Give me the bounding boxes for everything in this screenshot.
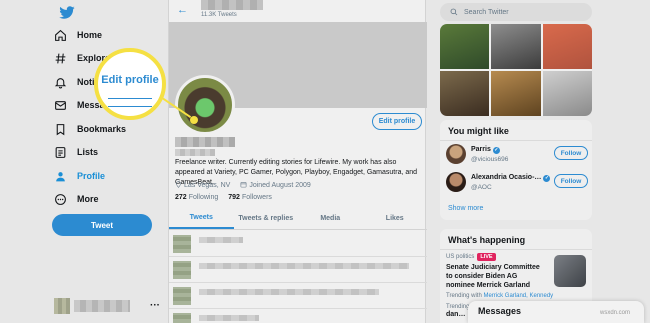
- media-thumb[interactable]: [542, 71, 592, 116]
- tweet-button[interactable]: Tweet: [52, 214, 152, 236]
- more-dots-icon: ···: [150, 300, 160, 311]
- media-thumb[interactable]: [542, 24, 592, 69]
- media-thumb[interactable]: [491, 71, 541, 116]
- trending-prefix: Trending with: [446, 293, 482, 299]
- following-count: 272: [175, 194, 187, 201]
- verified-badge-icon: ✓: [543, 175, 551, 182]
- avatar: [446, 144, 466, 164]
- suggestion-name: Alexandria Ocasio-…: [471, 174, 542, 181]
- suggestion-handle: @AOC: [471, 184, 492, 191]
- search-placeholder: Search Twitter: [464, 8, 509, 16]
- who-to-follow-card: You might like Parris ✓ @vicious696 Follo…: [440, 120, 592, 220]
- search-icon: [450, 8, 458, 16]
- calendar-icon: [240, 182, 247, 188]
- bell-icon: [54, 77, 67, 88]
- verified-badge-icon: ✓: [492, 147, 500, 154]
- home-icon: [55, 29, 66, 41]
- location-text: Las Vegas, NV: [184, 182, 231, 189]
- list-item[interactable]: [169, 283, 427, 309]
- tweet-feed-blurred: [169, 231, 427, 323]
- whats-happening-title: What's happening: [440, 229, 592, 250]
- nav-item-profile[interactable]: Profile: [54, 166, 105, 186]
- search-input[interactable]: Search Twitter: [440, 3, 592, 21]
- location-pin-icon: [176, 181, 181, 188]
- avatar: [446, 172, 466, 192]
- account-switcher[interactable]: ···: [54, 298, 160, 316]
- left-navigation: Home Explore Notifications Messages Book…: [52, 0, 162, 323]
- show-more-link[interactable]: Show more: [448, 205, 483, 212]
- media-thumb[interactable]: [440, 24, 490, 69]
- callout-dot: [190, 116, 198, 124]
- account-avatar: [54, 298, 70, 314]
- location: Las Vegas, NV: [175, 181, 230, 189]
- bookmark-icon: [56, 123, 65, 135]
- follow-button[interactable]: Follow: [554, 146, 588, 160]
- nav-item-label: Lists: [77, 147, 99, 157]
- profile-meta: Las Vegas, NV Joined August 2009: [175, 181, 311, 189]
- profile-tabs: Tweets Tweets & replies Media Likes: [169, 208, 427, 230]
- media-thumb[interactable]: [440, 71, 490, 116]
- followers-label: Followers: [241, 194, 272, 201]
- nav-item-label: More: [77, 194, 99, 204]
- suggestion-name: Parris: [471, 146, 491, 153]
- list-item[interactable]: [169, 257, 427, 283]
- trend-image[interactable]: [554, 255, 586, 287]
- follow-button[interactable]: Follow: [554, 174, 588, 188]
- who-to-follow-title: You might like: [440, 120, 592, 141]
- follow-suggestion[interactable]: Parris ✓ @vicious696 Follow: [446, 144, 588, 168]
- live-badge: LIVE: [477, 253, 496, 261]
- envelope-icon: [55, 100, 66, 110]
- nav-item-lists[interactable]: Lists: [54, 142, 98, 162]
- trend-category: US politics LIVE: [446, 253, 496, 261]
- right-sidebar: Search Twitter You might like Parris ✓ @v…: [440, 0, 592, 323]
- followers-count: 792: [228, 194, 240, 201]
- following-label: Following: [188, 194, 219, 201]
- nav-item-more[interactable]: More: [54, 189, 99, 209]
- more-icon: [55, 193, 66, 205]
- hashtag-icon: [55, 53, 66, 63]
- profile-avatar[interactable]: [175, 75, 235, 135]
- profile-column: ← 11.3K Tweets Edit profile Freelance wr…: [168, 0, 427, 323]
- tweet-count: 11.3K Tweets: [201, 12, 237, 18]
- following-link[interactable]: 272 Following: [175, 194, 218, 201]
- trending-with-links[interactable]: Merrick Garland, Kennedy: [483, 293, 553, 299]
- media-grid[interactable]: [440, 24, 592, 116]
- callout-label: Edit profile: [101, 74, 159, 86]
- back-arrow-icon[interactable]: ←: [177, 4, 188, 16]
- next-trend-title[interactable]: dan…: [446, 311, 465, 318]
- edit-profile-button[interactable]: Edit profile: [372, 113, 422, 130]
- tab-tweets[interactable]: Tweets: [169, 208, 234, 229]
- edit-profile-callout: Edit profile: [94, 48, 166, 120]
- list-icon: [55, 146, 66, 158]
- trending-with: Trending with Merrick Garland, Kennedy: [446, 293, 553, 299]
- suggestion-handle: @vicious696: [471, 156, 509, 163]
- list-item[interactable]: [169, 309, 427, 323]
- nav-item-home[interactable]: Home: [54, 25, 102, 45]
- twitter-logo-icon[interactable]: [58, 6, 76, 20]
- nav-item-label: Bookmarks: [77, 124, 127, 134]
- trend-headline[interactable]: Senate Judiciary Committee to consider B…: [446, 263, 546, 290]
- nav-item-label: Profile: [77, 171, 106, 181]
- category-label: US politics: [446, 254, 475, 260]
- tab-media[interactable]: Media: [298, 208, 363, 229]
- tab-tweets-replies[interactable]: Tweets & replies: [234, 208, 299, 229]
- followers-link[interactable]: 792 Followers: [228, 194, 272, 201]
- nav-item-bookmarks[interactable]: Bookmarks: [54, 119, 126, 139]
- join-date-text: Joined August 2009: [249, 182, 311, 189]
- media-thumb[interactable]: [491, 24, 541, 69]
- nav-item-label: Home: [77, 30, 103, 40]
- tab-likes[interactable]: Likes: [363, 208, 428, 229]
- header-name-blurred: [201, 0, 263, 10]
- profile-handle-blurred: [175, 149, 215, 156]
- watermark: wsxdn.com: [600, 310, 631, 316]
- person-icon: [56, 171, 65, 181]
- follow-suggestion[interactable]: Alexandria Ocasio-… ✓ @AOC Follow: [446, 172, 588, 196]
- follow-stats: 272 Following 792 Followers: [175, 194, 272, 201]
- profile-name-blurred: [175, 137, 235, 147]
- join-date: Joined August 2009: [240, 181, 311, 189]
- list-item[interactable]: [169, 231, 427, 257]
- account-name-blurred: [74, 300, 130, 312]
